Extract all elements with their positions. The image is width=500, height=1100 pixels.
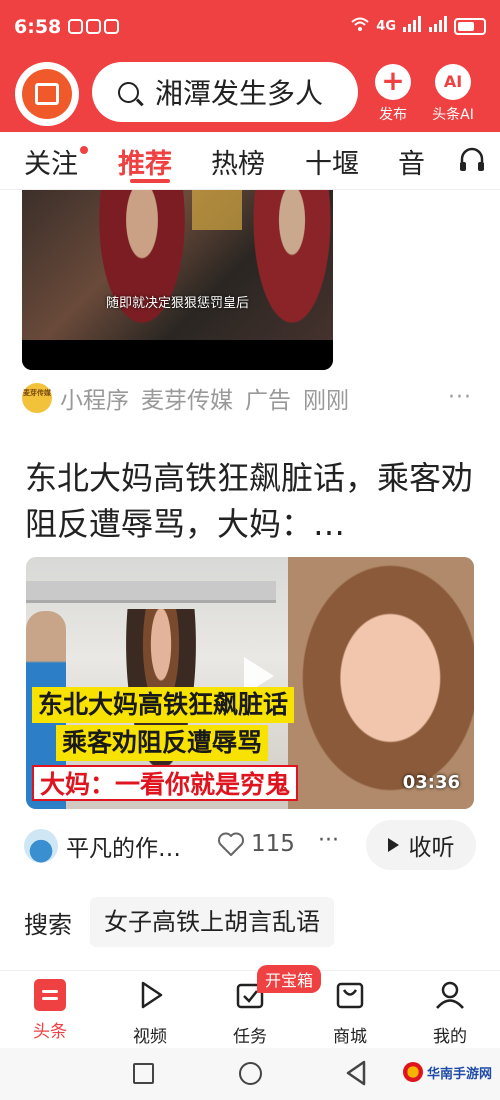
tab-music[interactable]: 音 bbox=[398, 142, 425, 181]
listen-button[interactable]: 收听 bbox=[366, 820, 476, 870]
nav-video[interactable]: 视频 bbox=[110, 979, 190, 1047]
ad-video-thumbnail[interactable]: 随即就决定狠狠惩罚皇后 bbox=[22, 190, 333, 370]
watermark: 华南手游网 bbox=[402, 1062, 492, 1082]
ai-icon: AI bbox=[435, 64, 471, 100]
signal-icon bbox=[428, 16, 448, 36]
video-subtitle: 随即就决定狠狠惩罚皇后 bbox=[105, 296, 249, 311]
bottom-nav: 头条 视频 任务 开宝箱 商城 我的 bbox=[0, 965, 500, 1048]
article-meta: 平凡的作… 115 ··· 收听 bbox=[24, 820, 476, 872]
status-right: 4G bbox=[350, 16, 486, 36]
status-bar: 6:58 4G bbox=[0, 0, 500, 58]
tab-shiyan[interactable]: 十堰 bbox=[305, 142, 359, 181]
watermark-logo-icon bbox=[402, 1062, 423, 1082]
publish-label: 发布 bbox=[379, 107, 407, 123]
network-type: 4G bbox=[376, 18, 396, 34]
like-count: 115 bbox=[251, 831, 295, 857]
tab-hot-list[interactable]: 热榜 bbox=[211, 142, 265, 181]
home-icon bbox=[34, 979, 66, 1011]
heart-icon bbox=[218, 832, 244, 856]
tab-following[interactable]: 关注 bbox=[24, 142, 88, 181]
plus-icon: + bbox=[375, 64, 411, 100]
article-title[interactable]: 东北大妈高铁狂飙脏话，乘客劝阻反遭辱骂，大妈：… bbox=[25, 455, 480, 547]
system-nav-bar: 华南手游网 bbox=[0, 1048, 500, 1100]
video-thumbnail[interactable]: 东北大妈高铁狂飙脏话 乘客劝阻反遭辱骂 大妈：一看你就是穷鬼 03:36 bbox=[26, 557, 474, 809]
meta-time: 刚刚 bbox=[303, 388, 349, 414]
meta-ad-tag: 广告 bbox=[245, 388, 291, 414]
channel-tabs: 关注 推荐 热榜 十堰 音 bbox=[0, 132, 500, 190]
tab-recommend[interactable]: 推荐 bbox=[118, 142, 172, 181]
news-feed[interactable]: 随即就决定狠狠惩罚皇后 麦芽传媒 小程序 麦芽传媒 广告 刚刚 ··· 东北大妈… bbox=[0, 190, 500, 970]
like-button[interactable]: 115 bbox=[217, 831, 295, 857]
nav-profile[interactable]: 我的 bbox=[410, 979, 490, 1047]
toutiao-ai-button[interactable]: AI 头条AI bbox=[423, 64, 483, 124]
headphone-icon[interactable] bbox=[458, 146, 486, 174]
video-caption-line1: 东北大妈高铁狂飙脏话 bbox=[32, 687, 295, 723]
video-caption-line3: 大妈：一看你就是穷鬼 bbox=[32, 765, 299, 801]
back-icon[interactable] bbox=[345, 1060, 367, 1086]
meta-type: 小程序 bbox=[60, 388, 129, 414]
profile-icon bbox=[436, 981, 464, 1009]
search-icon bbox=[118, 81, 139, 103]
video-caption-line2: 乘客劝阻反遭辱骂 bbox=[56, 725, 269, 761]
ad-meta: 麦芽传媒 小程序 麦芽传媒 广告 刚刚 bbox=[22, 382, 349, 414]
play-icon bbox=[141, 981, 163, 1009]
notification-icon bbox=[68, 19, 83, 34]
notification-icon bbox=[104, 19, 119, 34]
author-name[interactable]: 平凡的作… bbox=[66, 829, 181, 863]
shop-icon bbox=[336, 982, 364, 1009]
status-time: 6:58 bbox=[14, 16, 62, 38]
video-duration: 03:36 bbox=[402, 772, 460, 793]
nav-home[interactable]: 头条 bbox=[10, 979, 90, 1042]
nav-shop[interactable]: 商城 bbox=[310, 979, 390, 1047]
nav-profile-label: 我的 bbox=[433, 1027, 467, 1047]
wifi-icon bbox=[350, 16, 370, 36]
play-icon bbox=[387, 838, 399, 852]
search-bar[interactable]: 湘潭发生多人 bbox=[92, 62, 358, 122]
battery-icon bbox=[454, 17, 486, 35]
signal-icon bbox=[402, 16, 422, 36]
home-circle-icon[interactable] bbox=[239, 1062, 262, 1085]
more-options-icon[interactable]: ··· bbox=[448, 385, 472, 410]
nav-video-label: 视频 bbox=[133, 1027, 167, 1047]
author-avatar[interactable] bbox=[24, 829, 58, 863]
ai-label: 头条AI bbox=[432, 107, 474, 123]
active-tab-indicator bbox=[130, 179, 170, 183]
recent-apps-icon[interactable] bbox=[133, 1063, 154, 1084]
nav-shop-label: 商城 bbox=[333, 1027, 367, 1047]
advertiser-avatar[interactable]: 麦芽传媒 bbox=[22, 383, 52, 413]
nav-tasks-label: 任务 bbox=[233, 1027, 267, 1047]
related-search: 搜索 女子高铁上胡言乱语 bbox=[24, 897, 334, 947]
watermark-text: 华南手游网 bbox=[426, 1066, 492, 1082]
listen-label: 收听 bbox=[408, 835, 455, 861]
unread-dot bbox=[80, 146, 88, 154]
meta-source: 麦芽传媒 bbox=[141, 388, 233, 414]
related-search-label: 搜索 bbox=[24, 910, 72, 939]
related-search-chip[interactable]: 女子高铁上胡言乱语 bbox=[90, 897, 334, 947]
status-notification-icons bbox=[68, 19, 119, 34]
search-query: 湘潭发生多人 bbox=[155, 77, 324, 110]
notification-icon bbox=[86, 19, 101, 34]
more-options-icon[interactable]: ··· bbox=[318, 828, 339, 853]
app-logo-icon[interactable] bbox=[15, 62, 79, 126]
nav-home-label: 头条 bbox=[33, 1022, 67, 1042]
app-header: 湘潭发生多人 + 发布 AI 头条AI bbox=[0, 58, 500, 132]
publish-button[interactable]: + 发布 bbox=[363, 64, 423, 124]
